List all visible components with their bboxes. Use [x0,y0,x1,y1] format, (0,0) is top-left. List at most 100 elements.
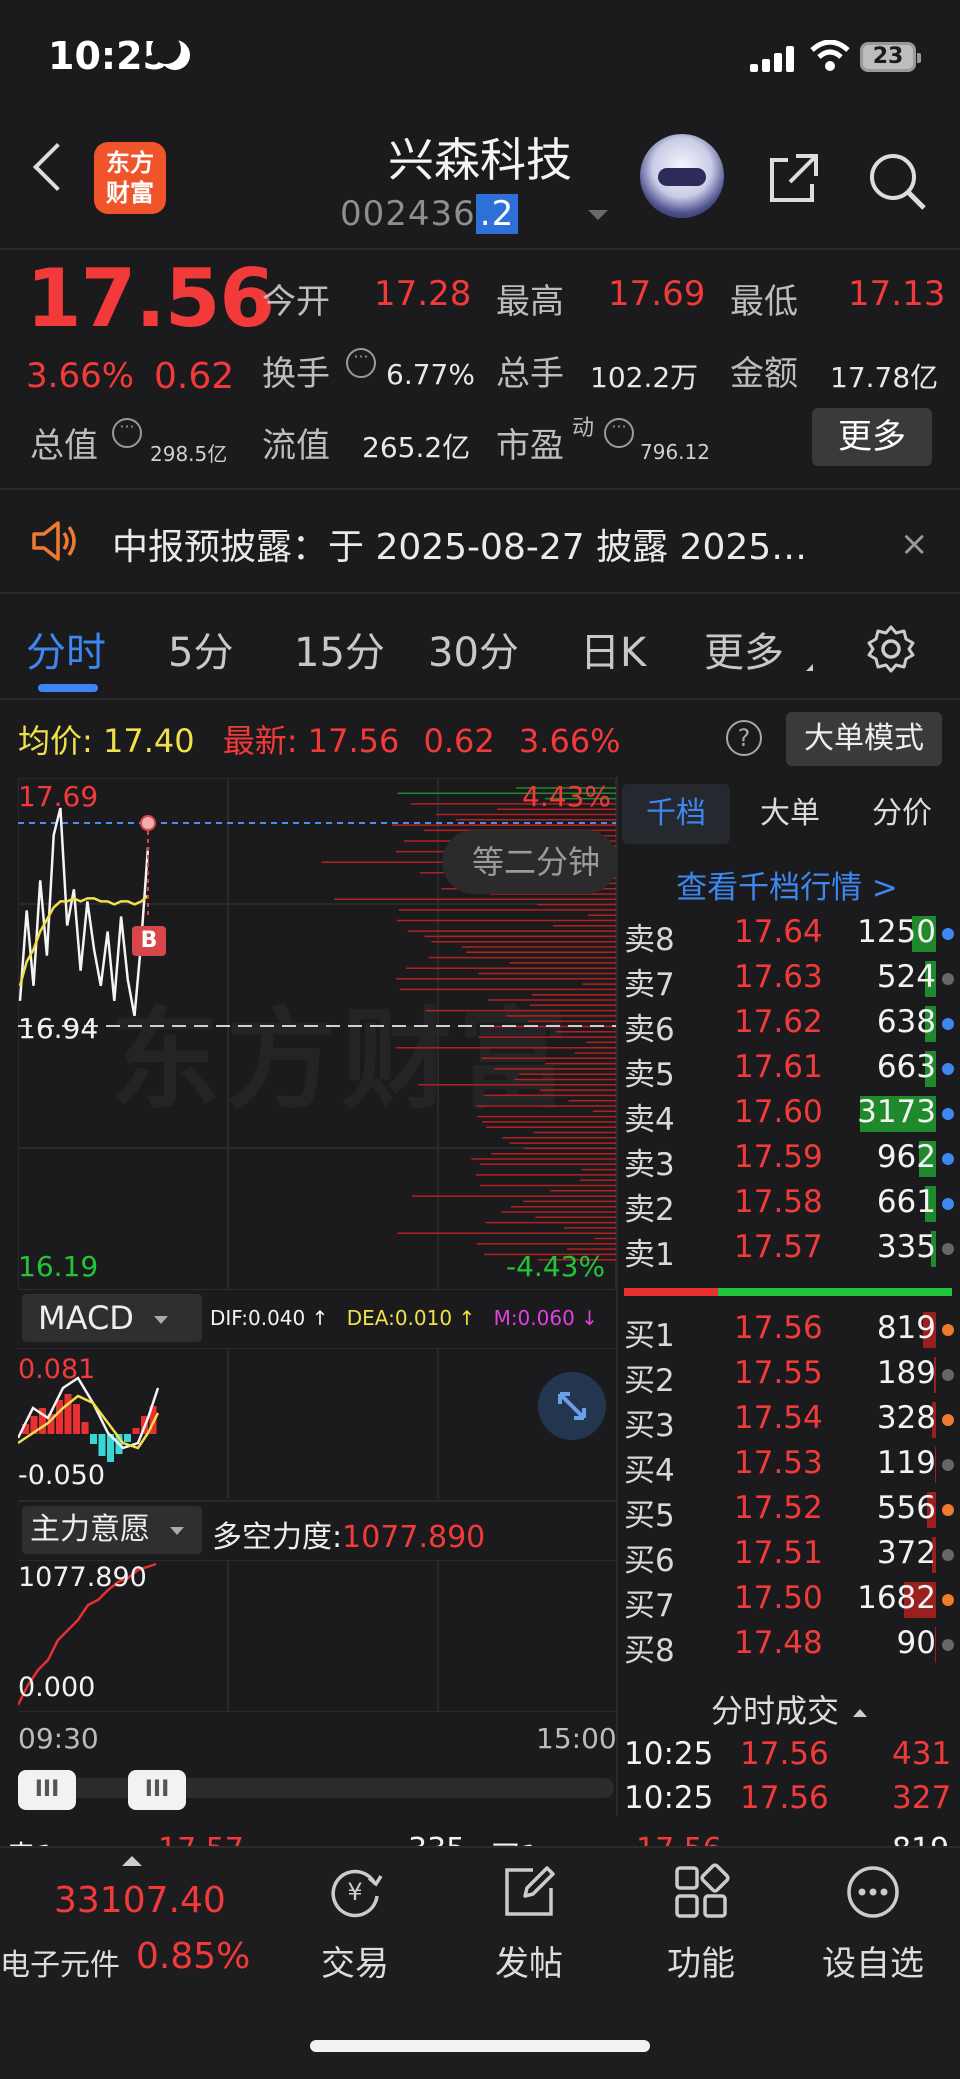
edit-icon [505,1866,555,1916]
header-divider [0,248,960,250]
ask-row[interactable]: 卖6 17.62 638 [624,1004,956,1048]
bid-row[interactable]: 买4 17.53 119 [624,1445,956,1489]
help-icon[interactable]: ? [726,720,762,756]
trades-header[interactable]: 分时成交 [622,1686,956,1730]
main-force-top: 1077.890 [18,1562,147,1593]
level-flag-dot [942,1504,954,1516]
ask-row[interactable]: 卖1 17.57 335 [624,1229,956,1273]
ask-row[interactable]: 卖8 17.64 1250 [624,914,956,958]
last-pct: 3.66% [518,722,621,760]
main-force-metric-value: 1077.890 [342,1520,486,1555]
macd-chart[interactable] [18,1348,616,1498]
sector-name[interactable]: 电子元件 [0,1940,120,1984]
scroll-handle-right[interactable]: III [128,1770,186,1810]
home-indicator[interactable] [310,2040,650,2052]
macd-dea: DEA:0.010 ↑ [346,1306,476,1330]
code-dropdown-icon[interactable] [588,210,608,220]
ask-row[interactable]: 卖2 17.58 661 [624,1184,956,1228]
last-change: 0.62 [423,722,495,760]
bid-row[interactable]: 买7 17.50 1682 [624,1580,956,1624]
tab-30min[interactable]: 30分 [428,620,519,678]
stock-code-suffix: .2 [475,194,519,234]
big-order-mode-button[interactable]: 大单模式 [786,712,942,766]
bid-row[interactable]: 买1 17.56 819 [624,1310,956,1354]
buy-marker[interactable]: B [132,926,166,956]
amount-value: 17.78亿 [830,361,939,394]
turnover-info-icon[interactable]: ··· [346,348,376,378]
macd-dif: DIF:0.040 ↑ [210,1306,329,1330]
time-scroll-track[interactable] [18,1778,614,1798]
panel-divider [616,776,618,1816]
last-value: 17.56 [307,722,400,760]
sector-index-pct[interactable]: 0.85% [136,1936,250,1977]
orderbook-tabs: 千档 大单 分价 [622,784,956,844]
gear-icon[interactable] [866,624,916,674]
ask-row[interactable]: 卖5 17.61 663 [624,1049,956,1093]
tabs-divider [0,698,960,700]
main-force-select[interactable]: 主力意愿 [22,1506,202,1554]
float-value: 265.2亿 [362,431,471,464]
tab-daily-k[interactable]: 日K [580,620,646,678]
bid-row[interactable]: 买5 17.52 556 [624,1490,956,1534]
bid-row[interactable]: 买8 17.48 90 [624,1625,956,1669]
close-notice-icon[interactable]: × [900,524,929,564]
change-percent: 3.66% [26,356,135,396]
macd-histogram-bar [98,1434,106,1456]
mktcap-info-icon[interactable]: ··· [112,418,142,448]
tab-timeshare[interactable]: 分时 [26,620,106,678]
level-price: 17.54 [734,1400,823,1436]
pe-info-icon[interactable]: ··· [604,418,634,448]
nav-trade[interactable]: ¥ 交易 [300,1862,410,1985]
low-label: 最低 [730,282,798,322]
scroll-handle-left[interactable]: III [18,1770,76,1810]
bid-row[interactable]: 买3 17.54 328 [624,1400,956,1444]
macd-m: M:0.060 ↓ [493,1306,598,1330]
search-icon[interactable] [866,150,930,214]
level-volume: 962 [876,1139,936,1175]
back-icon[interactable] [32,142,82,192]
view-depth-link[interactable]: 查看千档行情 > [622,862,952,907]
level1-summary-row: 卖1 17.57 335 买1 17.56 819 [0,1828,960,1848]
stock-code[interactable]: 002436.2 [340,194,519,234]
stock-code-number: 002436 [340,194,476,234]
tab-orderbook-depth[interactable]: 千档 [622,784,730,844]
tab-5min[interactable]: 5分 [168,620,233,678]
sector-index-value[interactable]: 33107.40 [54,1880,226,1921]
level-flag-dot [942,1198,954,1210]
macd-top-value: 0.081 [18,1354,96,1385]
macd-histogram-bar [132,1428,140,1434]
trade-time: 10:25 [624,1736,714,1772]
more-button[interactable]: 更多 [812,408,932,466]
ask-row[interactable]: 卖3 17.59 962 [624,1139,956,1183]
bid-row[interactable]: 买2 17.55 189 [624,1355,956,1399]
nav-set-watchlist[interactable]: 设自选 [818,1862,928,1985]
main-force-metric-label: 多空力度: [212,1520,343,1555]
index-expand-icon[interactable] [122,1856,142,1866]
level-volume: 524 [876,959,936,995]
avg-label: 均价: [18,722,93,760]
tab-big-orders[interactable]: 大单 [736,784,844,844]
level-flag-dot [942,1324,954,1336]
tab-price-distribution[interactable]: 分价 [848,784,956,844]
open-value: 17.28 [374,274,472,314]
expand-icon[interactable] [538,1372,606,1440]
trades-header-label: 分时成交 [710,1692,839,1730]
nav-post[interactable]: 发帖 [474,1862,584,1985]
chart-bottom-price: 16.19 [18,1250,99,1283]
bid-row[interactable]: 买6 17.51 372 [624,1535,956,1579]
mktcap-value: 298.5亿 [150,442,228,466]
level-label: 买7 [624,1588,675,1624]
notice-text[interactable]: 中报预披露：于 2025-08-27 披露 2025… [112,518,852,570]
wait-tip-bubble[interactable]: 等二分钟 [442,830,618,894]
indicator-select[interactable]: MACD [22,1294,202,1342]
level-flag-dot [942,1639,954,1651]
ask-row[interactable]: 卖4 17.60 3173 [624,1094,956,1138]
ai-assistant-avatar[interactable] [640,134,724,218]
chart-pre-close: 16.94 [18,1012,99,1045]
ask-row[interactable]: 卖7 17.63 524 [624,959,956,1003]
nav-functions[interactable]: 功能 [646,1862,756,1985]
share-icon[interactable] [766,150,822,206]
tab-more[interactable]: 更多 [704,620,784,678]
level-flag-dot [942,1369,954,1381]
tab-15min[interactable]: 15分 [294,620,385,678]
